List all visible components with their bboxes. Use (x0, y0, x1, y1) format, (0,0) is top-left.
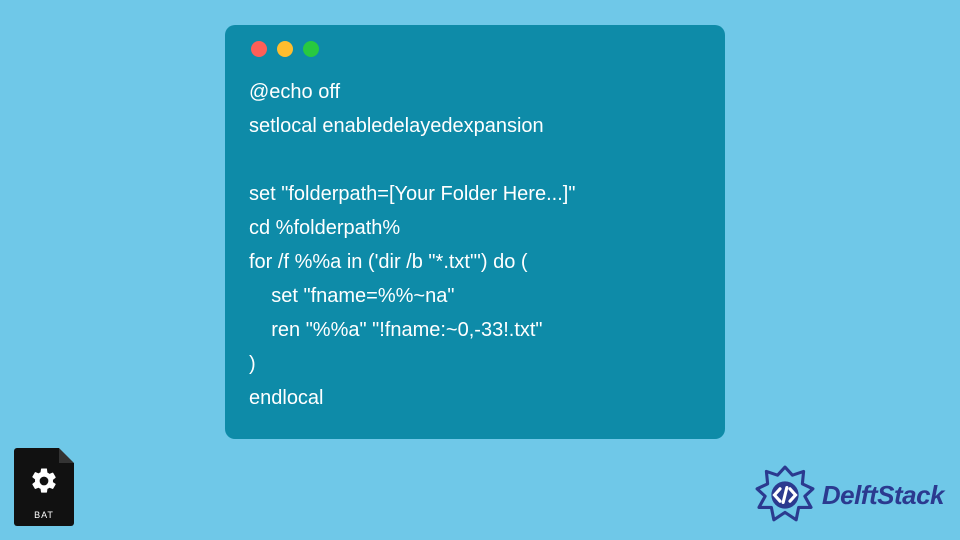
code-window: @echo off setlocal enabledelayedexpansio… (225, 25, 725, 439)
bat-file-label: BAT (14, 510, 74, 520)
minimize-icon (277, 41, 293, 57)
gear-icon (29, 466, 59, 496)
zoom-icon (303, 41, 319, 57)
close-icon (251, 41, 267, 57)
bat-file-icon: BAT (14, 448, 74, 526)
brand-badge: DelftStack (754, 464, 944, 526)
brand-logo-icon (754, 464, 816, 526)
window-titlebar (249, 41, 701, 57)
code-block: @echo off setlocal enabledelayedexpansio… (249, 75, 701, 415)
brand-name: DelftStack (822, 480, 944, 511)
